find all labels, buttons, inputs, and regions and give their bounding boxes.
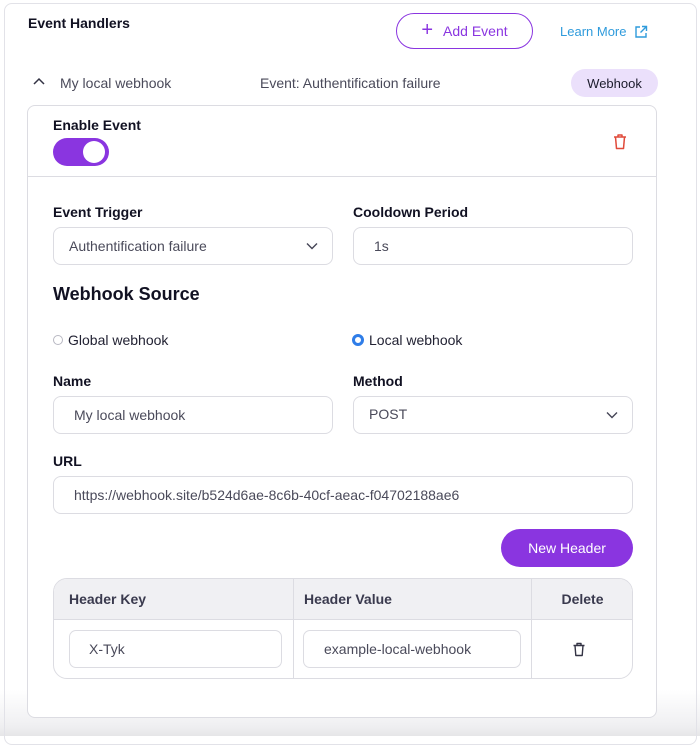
- radio-global-webhook[interactable]: Global webhook: [53, 332, 168, 348]
- toggle-knob: [83, 141, 105, 163]
- column-header-delete: Delete: [561, 591, 604, 607]
- enable-event-label: Enable Event: [53, 117, 141, 133]
- column-header-key: Header Key: [69, 591, 147, 607]
- event-row-header[interactable]: My local webhook Event: Authentification…: [30, 69, 660, 97]
- method-label: Method: [353, 373, 403, 389]
- radio-checked-icon: [352, 334, 364, 346]
- name-label: Name: [53, 373, 92, 389]
- header-value-value: example-local-webhook: [324, 641, 472, 657]
- new-header-button[interactable]: New Header: [501, 529, 633, 567]
- header-value-input[interactable]: example-local-webhook: [303, 630, 521, 668]
- enable-event-toggle[interactable]: [53, 138, 109, 166]
- chevron-down-icon: [306, 243, 318, 250]
- radio-label: Global webhook: [68, 332, 169, 348]
- header-key-value: X-Tyk: [89, 641, 125, 657]
- delete-header-icon[interactable]: [572, 642, 586, 657]
- plus-icon: +: [421, 19, 434, 41]
- name-value: My local webhook: [74, 407, 186, 423]
- add-event-label: Add Event: [443, 23, 508, 39]
- learn-more-label: Learn More: [560, 24, 627, 39]
- section-title: Event Handlers: [28, 15, 130, 31]
- external-link-icon: [635, 25, 648, 38]
- cooldown-period-value: 1s: [374, 238, 389, 254]
- webhook-source-heading: Webhook Source: [53, 284, 200, 304]
- radio-label: Local webhook: [369, 332, 463, 348]
- method-select[interactable]: POST: [353, 396, 633, 434]
- url-value: https://webhook.site/b524d6ae-8c6b-40cf-…: [74, 487, 460, 503]
- event-trigger-select[interactable]: Authentification failure: [53, 227, 333, 265]
- add-event-button[interactable]: + Add Event: [396, 13, 533, 49]
- column-header-value: Header Value: [304, 591, 392, 607]
- chevron-up-icon[interactable]: [32, 74, 46, 88]
- chevron-down-icon: [606, 412, 618, 419]
- event-card: Enable Event Event Trigger Authentificat…: [27, 105, 657, 718]
- type-badge: Webhook: [571, 69, 658, 97]
- event-type: Event: Authentification failure: [260, 75, 441, 91]
- event-name: My local webhook: [60, 75, 172, 91]
- header-key-input[interactable]: X-Tyk: [69, 630, 282, 668]
- column-divider: [293, 579, 294, 678]
- name-input[interactable]: My local webhook: [53, 396, 333, 434]
- delete-event-icon[interactable]: [612, 133, 628, 150]
- url-input[interactable]: https://webhook.site/b524d6ae-8c6b-40cf-…: [53, 476, 633, 514]
- headers-table: Header Key Header Value Delete X-Tyk exa…: [53, 578, 633, 679]
- radio-unchecked-icon: [53, 335, 63, 345]
- url-label: URL: [53, 453, 82, 469]
- method-value: POST: [369, 406, 408, 422]
- cooldown-period-label: Cooldown Period: [353, 204, 469, 220]
- event-trigger-label: Event Trigger: [53, 204, 143, 220]
- cooldown-period-input[interactable]: 1s: [353, 227, 633, 265]
- event-trigger-value: Authentification failure: [69, 238, 207, 254]
- radio-local-webhook[interactable]: Local webhook: [352, 332, 462, 348]
- card-header: Enable Event: [28, 106, 656, 177]
- learn-more-link[interactable]: Learn More: [560, 24, 648, 39]
